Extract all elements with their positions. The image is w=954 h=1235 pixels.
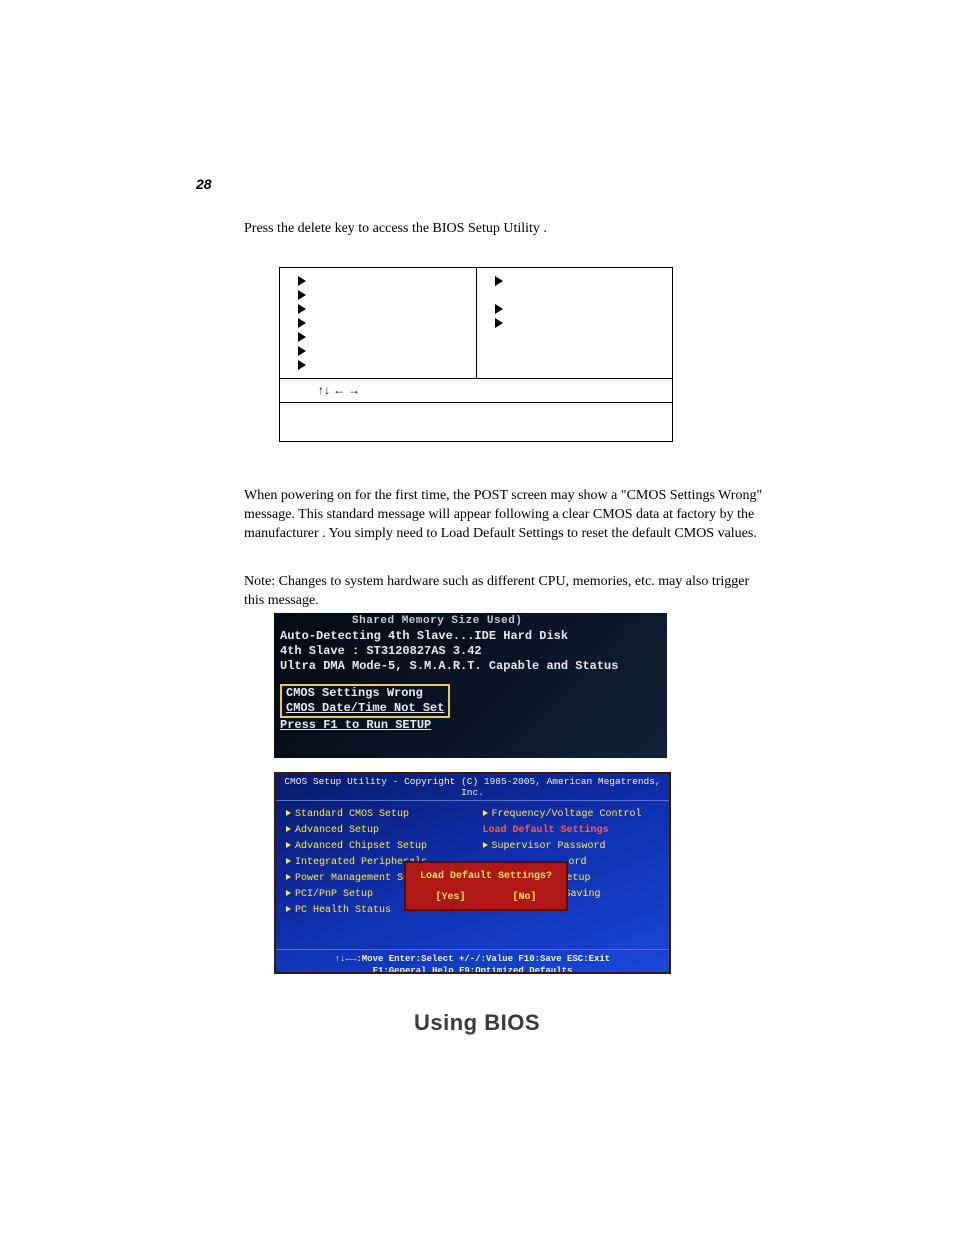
triangle-right-icon [286, 842, 291, 848]
triangle-right-icon [298, 290, 306, 300]
menu-label: PC Health Status [295, 905, 391, 916]
triangle-right-icon [298, 346, 306, 356]
menu-label: PCI/PnP Setup [295, 889, 373, 900]
menu-label: Advanced Setup [295, 825, 379, 836]
triangle-right-icon [286, 890, 291, 896]
dialog-yes-button[interactable]: [Yes] [435, 892, 465, 903]
triangle-right-icon [495, 304, 503, 314]
bios-footer-help: ↑↓←→:Move Enter:Select +/-/:Value F10:Sa… [276, 949, 669, 974]
menu-label: Supervisor Password [492, 841, 606, 852]
triangle-right-icon [286, 826, 291, 832]
dialog-no-button[interactable]: [No] [512, 892, 536, 903]
body-paragraph-1: When powering on for the first time, the… [244, 487, 764, 544]
post-line: Auto-Detecting 4th Slave...IDE Hard Disk [280, 629, 661, 644]
cmos-line: CMOS Settings Wrong [286, 686, 444, 701]
cmos-line: CMOS Date/Time Not Set [286, 701, 444, 716]
outline-left-column [280, 268, 477, 378]
cmos-warning-box: CMOS Settings Wrong CMOS Date/Time Not S… [280, 684, 450, 718]
footer-line: F1:General Help F9:Optimized Defaults [276, 966, 669, 974]
triangle-right-icon [495, 318, 503, 328]
menu-label-highlighted: Load Default Settings [483, 825, 666, 836]
triangle-right-icon [286, 906, 291, 912]
menu-label: Frequency/Voltage Control [492, 809, 642, 820]
load-defaults-dialog: Load Default Settings? [Yes] [No] [404, 861, 568, 911]
triangle-right-icon [298, 360, 306, 370]
footer-line: ↑↓←→:Move Enter:Select +/-/:Value F10:Sa… [276, 954, 669, 966]
triangle-right-icon [286, 858, 291, 864]
dialog-title: Load Default Settings? [412, 871, 560, 882]
menu-label: Advanced Chipset Setup [295, 841, 427, 852]
triangle-right-icon [298, 332, 306, 342]
post-line: Ultra DMA Mode-5, S.M.A.R.T. Capable and… [280, 659, 661, 674]
triangle-right-icon [286, 874, 291, 880]
post-clipped-line: Shared Memory Size Used) [280, 615, 661, 629]
triangle-right-icon [298, 318, 306, 328]
page-number: 28 [196, 176, 212, 192]
bios-setup-screenshot: CMOS Setup Utility - Copyright (C) 1985-… [274, 772, 671, 974]
bios-title-bar: CMOS Setup Utility - Copyright (C) 1985-… [276, 774, 669, 801]
bios-menu-outline: ↑↓ ← → [279, 267, 673, 442]
body-paragraph-2: Note: Changes to system hardware such as… [244, 573, 764, 611]
menu-label: Standard CMOS Setup [295, 809, 409, 820]
triangle-right-icon [298, 304, 306, 314]
triangle-right-icon [286, 810, 291, 816]
outline-bottom-row [280, 402, 672, 441]
post-line: 4th Slave : ST3120827AS 3.42 [280, 644, 661, 659]
intro-paragraph: Press the delete key to access the BIOS … [244, 221, 764, 237]
triangle-right-icon [298, 276, 306, 286]
triangle-right-icon [483, 810, 488, 816]
press-f1-line: Press F1 to Run SETUP [280, 718, 661, 733]
triangle-right-icon [483, 842, 488, 848]
triangle-right-icon [495, 276, 503, 286]
manual-page: 28 Press the delete key to access the BI… [0, 0, 954, 1235]
section-heading: Using BIOS [0, 1010, 954, 1036]
arrow-keys-legend: ↑↓ ← → [280, 378, 672, 402]
post-screenshot: Shared Memory Size Used) Auto-Detecting … [274, 613, 667, 758]
outline-right-column [477, 268, 673, 378]
